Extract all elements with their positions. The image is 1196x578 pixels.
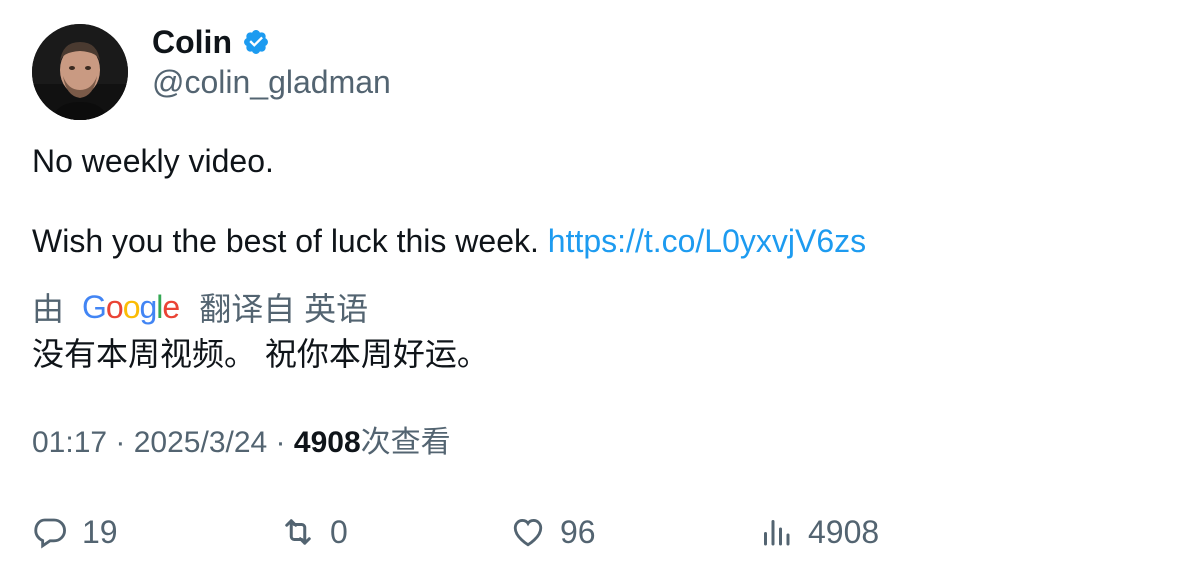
translated-text: 没有本周视频。 祝你本周好运。 — [32, 336, 489, 372]
google-logo: Google — [82, 289, 180, 325]
reply-button[interactable]: 19 — [32, 510, 118, 554]
verified-badge-icon — [244, 30, 268, 54]
avatar[interactable] — [32, 24, 128, 120]
translation-prefix: 由 — [32, 291, 65, 327]
retweet-button[interactable]: 0 — [280, 510, 348, 554]
tweet-time[interactable]: 01:17 — [32, 426, 107, 459]
bar-chart-icon — [764, 520, 790, 546]
translation-suffix: 翻译自 英语 — [199, 291, 369, 327]
retweet-icon — [285, 519, 311, 545]
retweet-count: 0 — [330, 513, 348, 550]
reply-icon — [34, 518, 66, 549]
like-count: 96 — [560, 513, 596, 550]
like-button[interactable]: 96 — [510, 510, 596, 554]
views-label: 次查看 — [360, 426, 451, 459]
tweet-meta: 01:17 · 2025/3/24 · 4908次查看 — [32, 426, 451, 459]
heart-icon — [513, 519, 543, 547]
author-name-row: Colin — [152, 22, 270, 62]
tweet-link[interactable]: https://t.co/L0yxvjV6zs — [548, 223, 866, 259]
tweet-text-line-2: Wish you the best of luck this week. htt… — [32, 221, 866, 261]
tweet-text-line-1: No weekly video. — [32, 143, 274, 179]
author-handle[interactable]: @colin_gladman — [152, 62, 391, 102]
display-name[interactable]: Colin — [152, 22, 232, 62]
avatar-image — [32, 24, 128, 120]
tweet-text: Wish you the best of luck this week. — [32, 223, 548, 259]
action-bar: 19 0 96 4908 — [0, 510, 1196, 554]
views-button[interactable]: 4908 — [758, 510, 879, 554]
views-action-count: 4908 — [808, 513, 880, 550]
tweet-card: Colin @colin_gladman No weekly video. Wi… — [0, 0, 1196, 578]
tweet-date[interactable]: 2025/3/24 — [134, 426, 267, 459]
reply-count: 19 — [82, 513, 118, 550]
translation-attribution[interactable]: 由 Google 翻译自 英语 — [32, 287, 368, 327]
views-count: 4908 — [293, 426, 361, 459]
